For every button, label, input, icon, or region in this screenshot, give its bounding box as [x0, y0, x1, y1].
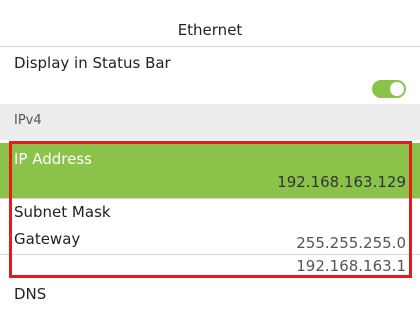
ip-address-row[interactable]: IP Address 192.168.163.129 — [0, 143, 420, 198]
toggle-knob — [390, 82, 404, 96]
ip-address-value: 192.168.163.129 — [277, 173, 406, 191]
gateway-value: 192.168.163.1 — [296, 257, 406, 275]
subnet-mask-label: Subnet Mask — [14, 203, 111, 221]
dns-label: DNS — [14, 285, 47, 303]
section-label-ipv4: IPv4 — [14, 113, 42, 128]
gateway-label: Gateway — [14, 230, 81, 248]
display-in-status-bar-label: Display in Status Bar — [14, 54, 171, 72]
dns-row[interactable]: DNS — [0, 280, 420, 323]
gateway-row[interactable]: Gateway 192.168.163.1 — [0, 226, 420, 279]
ethernet-settings-screen: Ethernet Display in Status Bar IPv4 IP A… — [0, 0, 420, 323]
display-in-status-bar-row[interactable]: Display in Status Bar — [0, 47, 420, 104]
ip-address-label: IP Address — [14, 150, 92, 168]
page-title: Ethernet — [177, 21, 243, 39]
display-in-status-bar-toggle[interactable] — [372, 80, 406, 98]
subnet-mask-row[interactable]: Subnet Mask — [0, 199, 420, 228]
section-header-ipv4: IPv4 — [0, 104, 420, 140]
